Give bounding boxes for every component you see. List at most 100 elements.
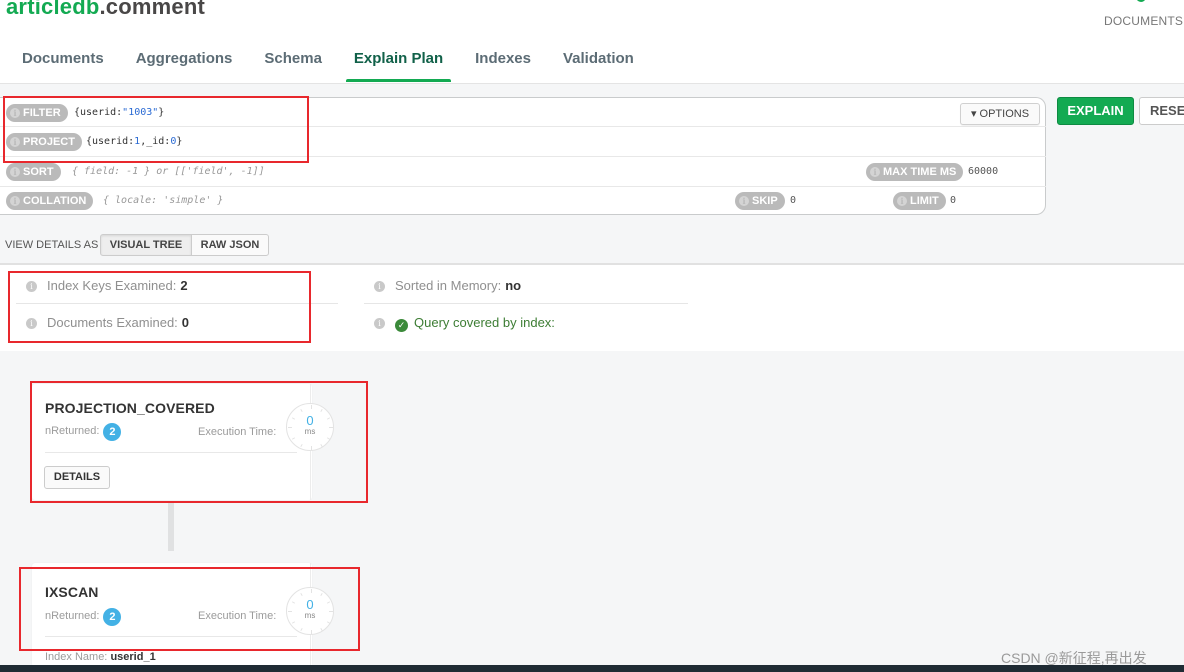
project-label: i PROJECT	[6, 133, 82, 151]
nreturned-badge: 2	[103, 608, 122, 626]
namespace-title: articledb.comment	[6, 0, 205, 20]
clock-tick	[288, 427, 292, 428]
skip-label: i SKIP	[735, 192, 785, 210]
execution-time-label: Execution Time:	[198, 426, 277, 438]
tab-schema[interactable]: Schema	[248, 48, 338, 82]
reset-button[interactable]: RESET	[1139, 97, 1184, 125]
skip-input[interactable]: 0	[790, 195, 796, 206]
info-icon: i	[870, 167, 880, 177]
tab-indexes[interactable]: Indexes	[459, 48, 547, 82]
query-covered-by-index: i ✓ Query covered by index:	[374, 315, 555, 332]
stage-name: PROJECTION_COVERED	[45, 400, 215, 416]
clock-tick	[326, 436, 330, 440]
tab-documents[interactable]: Documents	[6, 48, 120, 82]
tab-validation[interactable]: Validation	[547, 48, 650, 82]
execution-time-unit: ms	[304, 611, 316, 620]
database-name: articledb	[6, 0, 100, 19]
clock-tick	[329, 427, 333, 428]
clock-tick	[292, 620, 296, 624]
info-icon: i	[10, 196, 20, 206]
tab-explain-plan[interactable]: Explain Plan	[338, 48, 459, 82]
execution-time-value: 0	[306, 413, 314, 428]
clock-tick	[319, 593, 323, 597]
collation-label: i COLLATION	[6, 192, 94, 210]
stage-name: IXSCAN	[45, 584, 99, 600]
info-icon: i	[374, 318, 385, 329]
view-details-label: VIEW DETAILS AS	[5, 239, 99, 251]
raw-json-toggle[interactable]: RAW JSON	[191, 234, 269, 256]
clock-tick	[310, 589, 312, 593]
execution-time-clock: 0 ms	[286, 587, 334, 635]
explain-button[interactable]: EXPLAIN	[1057, 97, 1134, 125]
divider	[45, 636, 297, 637]
clock-tick	[310, 446, 312, 450]
project-input[interactable]: {userid:1,_id:0}	[86, 136, 182, 147]
limit-label: i LIMIT	[893, 192, 946, 210]
sort-row: i SORT { field: -1 } or [['field', -1]] i…	[0, 158, 1046, 187]
collection-header: articledb.comment DOCUMENTS Documents Ag…	[0, 0, 1184, 84]
header-divider	[0, 83, 1184, 84]
info-icon: i	[26, 281, 37, 292]
info-icon: i	[10, 137, 20, 147]
execution-time-unit: ms	[304, 427, 316, 436]
filter-row: i FILTER {userid:"1003"} ▾ OPTIONS	[0, 98, 1046, 127]
execution-time-label: Execution Time:	[198, 610, 277, 622]
explain-summary: i Index Keys Examined: 2 i Documents Examin…	[0, 263, 1184, 351]
collection-name: .comment	[99, 0, 206, 19]
divider	[364, 303, 688, 304]
stage-card-ixscan: IXSCAN nReturned: 2 Execution Time: Index…	[32, 563, 312, 667]
info-icon: i	[10, 167, 20, 177]
clock-tick	[288, 611, 292, 612]
info-icon: i	[897, 196, 907, 206]
index-name: Index Name: userid_1	[45, 651, 156, 663]
sort-label: i SORT	[6, 163, 61, 181]
max-time-label: i MAX TIME MS	[866, 163, 964, 181]
clock-tick	[319, 443, 323, 447]
filter-input[interactable]: {userid:"1003"}	[74, 107, 164, 118]
clock-tick	[299, 443, 303, 447]
details-button[interactable]: DETAILS	[44, 466, 110, 489]
collation-input[interactable]: { locale: 'simple' }	[103, 195, 223, 206]
max-time-input[interactable]: 60000	[968, 166, 998, 177]
clock-tick	[319, 627, 323, 631]
caret-down-icon: ▾	[970, 108, 980, 120]
query-bar: i FILTER {userid:"1003"} ▾ OPTIONS i PROJE…	[0, 97, 1046, 215]
info-icon: i	[26, 318, 37, 329]
project-row: i PROJECT {userid:1,_id:0}	[0, 128, 1046, 157]
visual-tree-toggle[interactable]: VISUAL TREE	[100, 234, 192, 256]
info-icon: i	[739, 196, 749, 206]
limit-input[interactable]: 0	[950, 195, 956, 206]
clock-tick	[299, 409, 303, 413]
info-icon: i	[374, 281, 385, 292]
tree-connector	[168, 503, 174, 551]
options-button[interactable]: ▾ OPTIONS	[960, 103, 1040, 125]
execution-time-clock: 0 ms	[286, 403, 334, 451]
clock-tick	[326, 620, 330, 624]
clock-tick	[329, 611, 333, 612]
divider	[16, 303, 338, 304]
collection-tabs: Documents Aggregations Schema Explain Pl…	[6, 48, 650, 82]
divider	[45, 452, 297, 453]
info-icon: i	[10, 108, 20, 118]
sort-input[interactable]: { field: -1 } or [['field', -1]]	[72, 166, 265, 177]
tab-aggregations[interactable]: Aggregations	[120, 48, 249, 82]
stage-card-projection-covered: PROJECTION_COVERED nReturned: 2 Execution…	[32, 384, 312, 500]
taskbar	[0, 665, 1184, 672]
execution-time-value: 0	[306, 597, 314, 612]
clock-tick	[299, 627, 303, 631]
collation-row: i COLLATION { locale: 'simple' } i SKIP 0 …	[0, 187, 1046, 216]
check-circle-icon: ✓	[395, 319, 408, 332]
sorted-in-memory: i Sorted in Memory: no	[374, 278, 521, 293]
nreturned: nReturned: 2	[45, 608, 122, 626]
document-count-value	[1136, 0, 1146, 2]
clock-tick	[292, 436, 296, 440]
clock-tick	[319, 409, 323, 413]
filter-label: i FILTER	[6, 104, 68, 122]
nreturned-badge: 2	[103, 423, 122, 441]
documents-label: DOCUMENTS	[1104, 14, 1184, 28]
clock-tick	[310, 405, 312, 409]
index-keys-examined: i Index Keys Examined: 2	[26, 278, 188, 293]
documents-examined: i Documents Examined: 0	[26, 315, 189, 330]
clock-tick	[299, 593, 303, 597]
nreturned: nReturned: 2	[45, 423, 122, 441]
